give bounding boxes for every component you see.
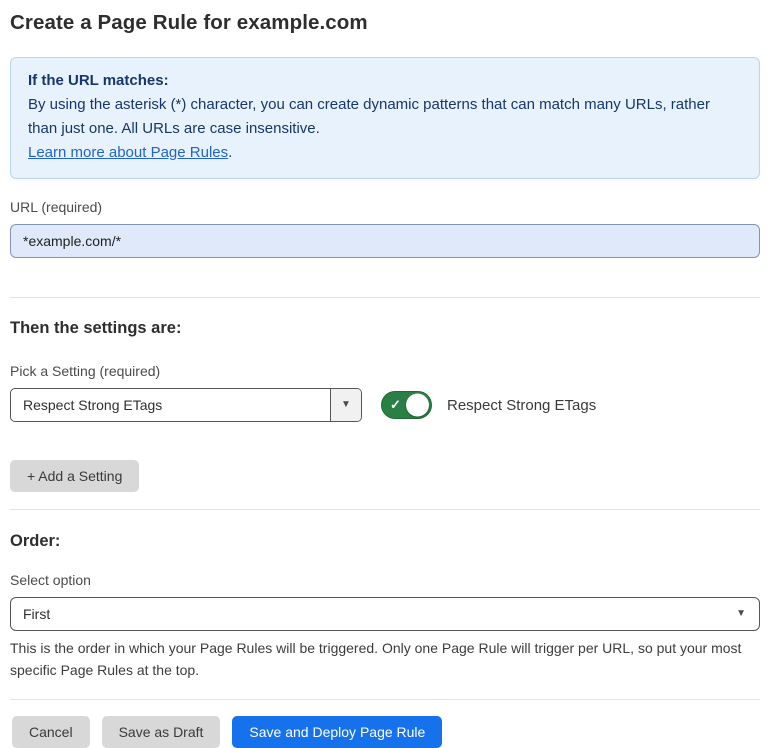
order-select-value: First xyxy=(23,606,50,622)
create-page-rule-page: Create a Page Rule for example.com If th… xyxy=(0,0,769,748)
cancel-button[interactable]: Cancel xyxy=(12,716,90,748)
learn-more-link[interactable]: Learn more about Page Rules xyxy=(28,144,228,161)
order-help-text: This is the order in which your Page Rul… xyxy=(10,637,755,681)
pick-setting-label: Pick a Setting (required) xyxy=(10,362,760,380)
page-title: Create a Page Rule for example.com xyxy=(10,10,760,36)
respect-strong-etags-toggle[interactable]: ✓ xyxy=(381,391,432,419)
save-and-deploy-button[interactable]: Save and Deploy Page Rule xyxy=(232,716,442,748)
order-select[interactable]: First ▼ xyxy=(10,597,760,631)
divider xyxy=(10,699,760,700)
toggle-label: Respect Strong ETags xyxy=(447,397,596,414)
divider xyxy=(10,297,760,298)
chevron-down-icon: ▼ xyxy=(736,609,746,619)
setting-select-arrow-button[interactable]: ▼ xyxy=(330,389,361,421)
toggle-knob xyxy=(406,394,429,417)
setting-select[interactable]: Respect Strong ETags ▼ xyxy=(10,388,362,422)
save-as-draft-button[interactable]: Save as Draft xyxy=(102,716,221,748)
info-box-link-line: Learn more about Page Rules. xyxy=(28,141,742,165)
settings-section-heading: Then the settings are: xyxy=(10,318,760,339)
chevron-down-icon: ▼ xyxy=(341,400,351,410)
check-icon: ✓ xyxy=(390,398,401,411)
url-match-info-box: If the URL matches: By using the asteris… xyxy=(10,57,760,179)
setting-row: Respect Strong ETags ▼ ✓ Respect Strong … xyxy=(10,388,760,422)
divider xyxy=(10,509,760,510)
actions-row: Cancel Save as Draft Save and Deploy Pag… xyxy=(10,716,760,748)
order-select-label: Select option xyxy=(10,571,760,589)
setting-select-value: Respect Strong ETags xyxy=(11,389,330,421)
toggle-group: ✓ Respect Strong ETags xyxy=(381,391,596,419)
info-box-heading: If the URL matches: xyxy=(28,69,742,93)
url-input[interactable] xyxy=(10,224,760,258)
url-field-label: URL (required) xyxy=(10,198,760,216)
info-box-body: By using the asterisk (*) character, you… xyxy=(28,93,742,141)
link-suffix: . xyxy=(228,144,232,161)
add-setting-button[interactable]: + Add a Setting xyxy=(10,460,139,492)
order-section-heading: Order: xyxy=(10,531,760,552)
